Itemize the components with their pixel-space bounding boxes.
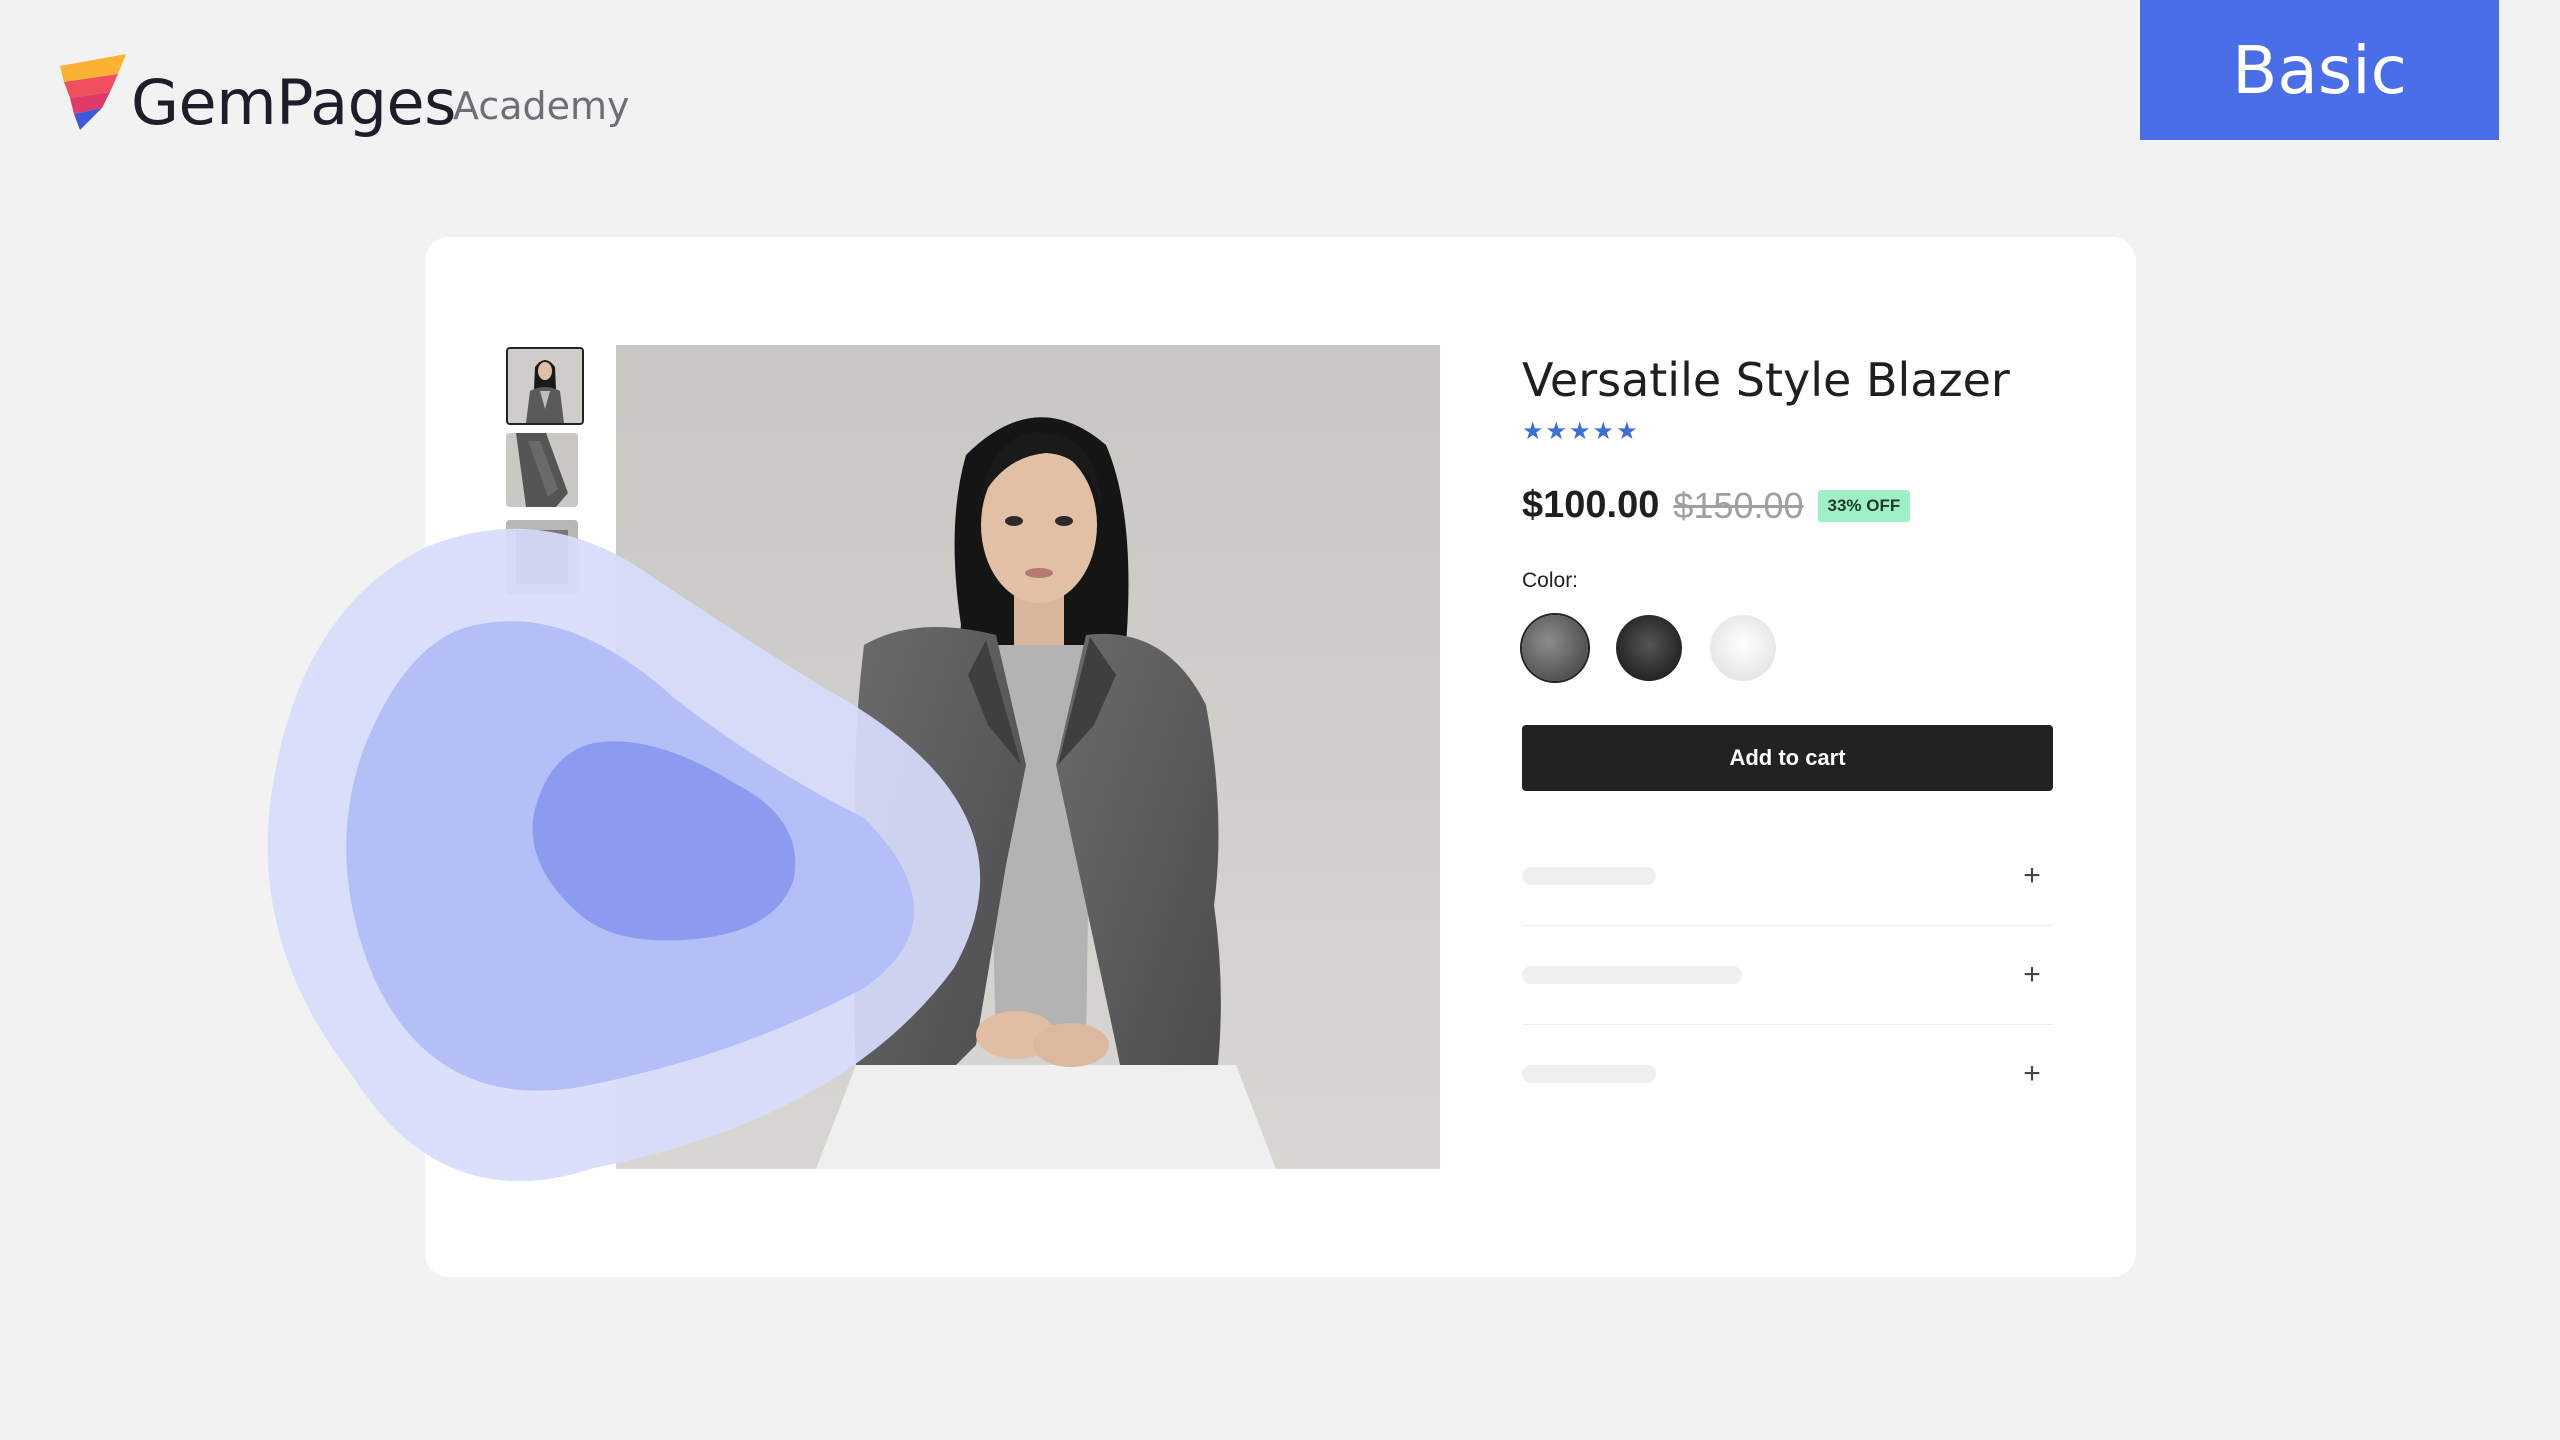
color-label: Color:: [1522, 569, 1579, 592]
plus-icon[interactable]: +: [2017, 859, 2047, 893]
sale-price: $100.00: [1522, 484, 1660, 526]
accordion-item[interactable]: +: [1522, 926, 2053, 1025]
accordion-title-placeholder: [1522, 1065, 1656, 1083]
accordion-title-placeholder: [1522, 867, 1656, 885]
price-row: $100.00 $150.00 33% OFF: [1522, 484, 2052, 527]
product-thumbnail[interactable]: [506, 347, 584, 425]
product-thumbnail[interactable]: [506, 433, 578, 507]
product-title: Versatile Style Blazer: [1522, 353, 2010, 407]
plus-icon[interactable]: +: [2017, 958, 2047, 992]
compare-at-price: $150.00: [1673, 484, 1804, 526]
product-card: Versatile Style Blazer ★★★★★ $100.00 $15…: [425, 237, 2136, 1277]
level-badge: Basic: [2140, 0, 2499, 140]
brand-name: GemPages: [131, 66, 456, 139]
color-swatch-grey[interactable]: [1522, 615, 1588, 681]
accordion-item[interactable]: +: [1522, 1025, 2053, 1123]
add-to-cart-button[interactable]: Add to cart: [1522, 725, 2053, 791]
product-accordion: + + +: [1522, 827, 2053, 1123]
plus-icon[interactable]: +: [2017, 1057, 2047, 1091]
accordion-item[interactable]: +: [1522, 827, 2053, 926]
thumbnail-sleeve-image: [506, 433, 578, 507]
discount-badge: 33% OFF: [1817, 489, 1911, 522]
accordion-title-placeholder: [1522, 966, 1742, 984]
brand-subtitle: Academy: [453, 84, 630, 128]
gempages-logo-icon: [60, 54, 126, 130]
color-swatch-white[interactable]: [1710, 615, 1776, 681]
main-product-image[interactable]: [616, 345, 1440, 1169]
color-swatches: [1522, 615, 2052, 681]
thumbnail-detail-image: [506, 520, 578, 594]
thumbnail-woman-blazer-image: [508, 349, 582, 423]
woman-in-grey-blazer-image: [616, 345, 1440, 1169]
rating-stars-icon: ★★★★★: [1522, 418, 1640, 445]
color-swatch-black[interactable]: [1616, 615, 1682, 681]
product-thumbnail[interactable]: [506, 520, 578, 594]
product-info: Versatile Style Blazer ★★★★★ $100.00 $15…: [1522, 345, 2053, 1123]
